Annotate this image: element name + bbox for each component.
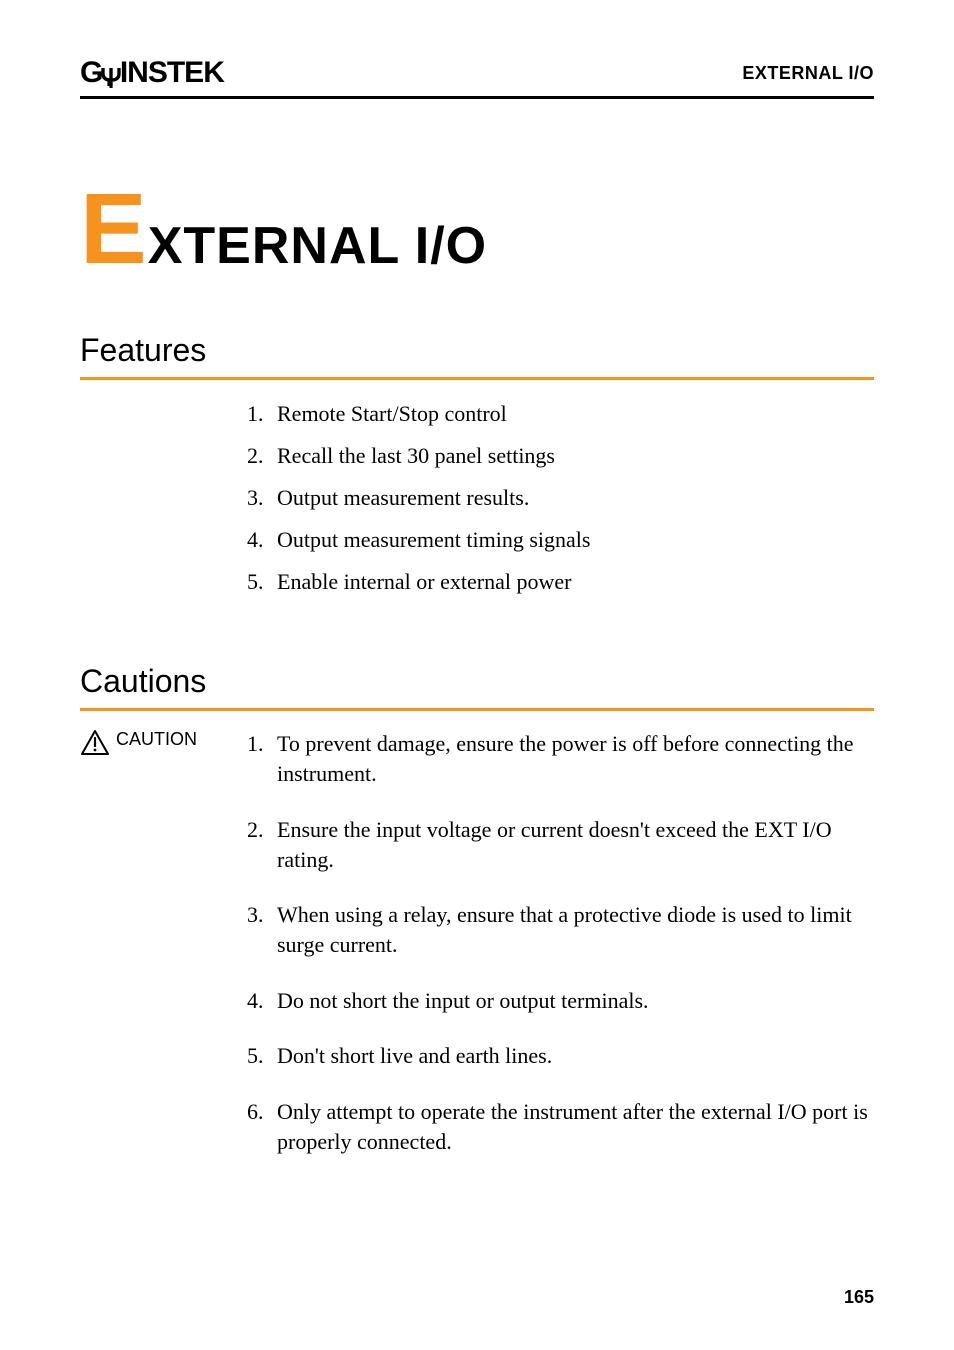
list-item: Output measurement timing signals: [269, 524, 874, 556]
chapter-rest: XTERNAL I/O: [148, 217, 487, 275]
list-item: Only attempt to operate the instrument a…: [269, 1097, 874, 1156]
list-item: Remote Start/Stop control: [269, 398, 874, 430]
cautions-left-col: CAUTION: [80, 729, 245, 1182]
cautions-list: To prevent damage, ensure the power is o…: [245, 729, 874, 1156]
chapter-title: EXTERNAL I/O: [80, 189, 874, 276]
list-item: Do not short the input or output termina…: [269, 986, 874, 1016]
cautions-block: CAUTION To prevent damage, ensure the po…: [80, 729, 874, 1182]
list-item: When using a relay, ensure that a protec…: [269, 900, 874, 959]
page-header: G INSTEK EXTERNAL I/O: [80, 56, 874, 99]
features-left-col: [80, 398, 245, 607]
caution-label: CAUTION: [116, 729, 197, 750]
list-item: To prevent damage, ensure the power is o…: [269, 729, 874, 788]
features-right-col: Remote Start/Stop control Recall the las…: [245, 398, 874, 607]
features-list: Remote Start/Stop control Recall the las…: [245, 398, 874, 597]
chapter-first-letter: E: [80, 173, 148, 285]
logo-pitchfork-icon: [100, 62, 122, 84]
features-block: Remote Start/Stop control Recall the las…: [80, 398, 874, 607]
list-item: Ensure the input voltage or current does…: [269, 815, 874, 874]
caution-triangle-icon: [80, 729, 110, 757]
list-item: Enable internal or external power: [269, 566, 874, 598]
list-item: Output measurement results.: [269, 482, 874, 514]
header-section-title: EXTERNAL I/O: [742, 63, 874, 84]
list-item: Don't short live and earth lines.: [269, 1041, 874, 1071]
page-number: 165: [844, 1287, 874, 1308]
logo-text: INSTEK: [120, 56, 224, 90]
section-title-features: Features: [80, 332, 874, 380]
logo-letter-g: G: [80, 56, 102, 90]
section-title-cautions: Cautions: [80, 663, 874, 711]
cautions-right-col: To prevent damage, ensure the power is o…: [245, 729, 874, 1182]
list-item: Recall the last 30 panel settings: [269, 440, 874, 472]
brand-logo: G INSTEK: [80, 56, 224, 90]
